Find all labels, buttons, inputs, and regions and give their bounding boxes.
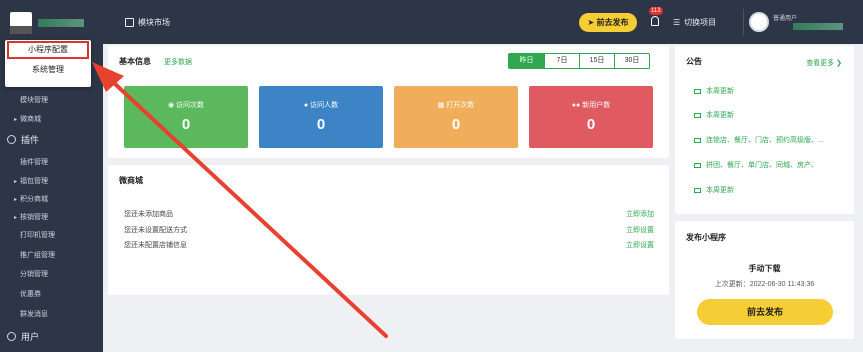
stat-label-text: 访问人数 [310,102,339,109]
panel-title: 基本信息 [119,57,151,66]
manual-download-link[interactable]: 手动下载 [675,263,854,274]
panel-title: 发布小程序 [686,233,726,242]
sidebar-item-plugin-management[interactable]: 插件管理 [20,157,48,167]
notification-badge: 113 [649,7,663,15]
see-more-link[interactable]: 查看更多 ❯ [806,58,842,68]
top-bar: 模块市场 ➤ 前去发布 113 ☰ 切换项目 普通用户 [103,0,863,44]
sidebar-section-users[interactable]: 用户 [7,330,39,343]
sidebar-item-modules[interactable]: 模块管理 [20,95,48,105]
grid-icon: ▦ [437,102,447,109]
app-logo [10,12,32,34]
stat-value: 0 [316,116,326,133]
micro-mall-panel: 微商城 您还未添加商品 立即添加 您还未设置配送方式 立即设置 您还未配置店铺信… [108,165,669,295]
notice-item[interactable]: 拼团、餐厅、单门店、同城、房产、 [694,160,818,170]
switch-project-label: 切换项目 [684,18,717,27]
user-name-redacted [793,23,843,30]
mail-icon [694,162,701,168]
setup-store-link[interactable]: 立即设置 [626,240,654,250]
stat-label-text: 新用户数 [582,102,611,109]
bell-icon[interactable] [651,16,659,26]
module-market-link[interactable]: 模块市场 [125,17,170,28]
todo-text: 您还未添加商品 [124,211,173,218]
list-item: 您还未设置配送方式 立即设置 [124,225,654,235]
stat-card-visits: ◉ 访问次数 0 [124,86,248,148]
eye-icon: ◉ [167,102,177,109]
user-icon [7,332,16,341]
switch-project-button[interactable]: ☰ 切换项目 [673,17,716,28]
users-icon: ●● [571,102,583,109]
stat-value: 0 [181,116,191,133]
stat-label-text: 访问次数 [176,102,205,109]
list-item: 您还未配置店铺信息 立即设置 [124,240,654,250]
last-updated: 上次更新：2022-06-30 11:43:36 [714,281,815,288]
notice-text: 拼团、餐厅、单门店、同城、房产、 [706,162,818,169]
tab-30-days[interactable]: 30日 [614,54,649,68]
sidebar-item-verification[interactable]: 核销管理 [20,212,48,222]
config-popup-menu: 小程序配置 系统管理 [5,40,91,87]
date-range-tabs: 昨日 7日 15日 30日 [508,53,650,69]
panel-title: 公告 [686,57,702,66]
basic-info-panel: 基本信息 更多数据 昨日 7日 15日 30日 ◉ 访问次数 0 ● 访问人数 … [108,46,669,158]
divider [743,9,744,35]
sidebar-item-micro-mall[interactable]: 微商城 [20,114,41,124]
notice-panel: 公告 查看更多 ❯ 本周更新 本周更新 连锁店、餐厅、门店、预约高级版、... … [675,46,854,214]
notice-text: 本周更新 [706,112,734,119]
sidebar-item-mass-message[interactable]: 群发消息 [20,309,48,319]
mail-icon [694,112,701,118]
stat-card-new-users: ●● 新用户数 0 [529,86,653,148]
stat-label: ● 访问人数 [259,100,383,110]
add-now-link[interactable]: 立即添加 [626,209,654,219]
todo-text: 您还未设置配送方式 [124,227,187,234]
tab-7-days[interactable]: 7日 [544,54,579,68]
stat-label: ●● 新用户数 [529,100,653,110]
sidebar-item-distribution[interactable]: 分销管理 [20,269,48,279]
sidebar-item-coupons[interactable]: 优惠券 [20,289,41,299]
sidebar-section-plugins[interactable]: 插件 [7,133,39,146]
release-publish-button[interactable]: 前去发布 [697,299,833,325]
mail-icon [694,88,701,94]
menu-item-system-management[interactable]: 系统管理 [5,60,91,80]
stat-card-visitors: ● 访问人数 0 [259,86,383,148]
panel-title: 微商城 [119,176,143,185]
list-item: 您还未添加商品 立即添加 [124,209,654,219]
more-data-link[interactable]: 更多数据 [164,57,192,67]
menu-item-miniapp-config[interactable]: 小程序配置 [7,41,89,59]
app-name-redacted [38,19,84,27]
cube-icon [125,18,134,27]
notice-item[interactable]: 本周更新 [694,86,734,96]
todo-text: 您还未配置店铺信息 [124,242,187,249]
plugin-icon [7,135,16,144]
publish-button[interactable]: ➤ 前去发布 [579,13,637,32]
sidebar-item-points-mall[interactable]: 积分商城 [20,194,48,204]
stat-value: 0 [586,116,596,133]
stat-label-text: 打开次数 [446,102,475,109]
release-panel: 发布小程序 手动下载 上次更新：2022-06-30 11:43:36 前去发布 [675,221,854,339]
notice-text: 连锁店、餐厅、门店、预约高级版、... [706,137,824,144]
sidebar-section-label: 用户 [21,332,40,342]
sidebar-item-lucky-bag[interactable]: 福包管理 [20,176,48,186]
tab-yesterday[interactable]: 昨日 [509,54,544,68]
user-role: 普通用户 [773,16,798,22]
stat-label: ▦ 打开次数 [394,100,518,110]
module-market-label: 模块市场 [138,18,170,27]
mail-icon [694,187,701,193]
notice-item[interactable]: 本周更新 [694,185,734,195]
notice-text: 本周更新 [706,187,734,194]
stat-value: 0 [451,116,461,133]
menu-icon: ☰ [673,18,681,27]
setup-delivery-link[interactable]: 立即设置 [626,225,654,235]
tab-15-days[interactable]: 15日 [579,54,614,68]
notice-item[interactable]: 本周更新 [694,110,734,120]
sidebar-section-label: 插件 [21,135,40,145]
notice-item[interactable]: 连锁店、餐厅、门店、预约高级版、... [694,135,824,145]
publish-label: 前去发布 [596,18,629,27]
notice-text: 本周更新 [706,88,734,95]
mail-icon [694,137,701,143]
avatar[interactable] [749,12,769,32]
stat-label: ◉ 访问次数 [124,100,248,110]
sidebar-item-printer[interactable]: 打印机管理 [20,230,55,240]
sidebar: 小程序配置 系统管理 模块管理 微商城 插件 插件管理 福包管理 积分商城 核销… [0,0,103,352]
sidebar-item-promotion-group[interactable]: 推广组管理 [20,250,55,260]
stat-card-opens: ▦ 打开次数 0 [394,86,518,148]
